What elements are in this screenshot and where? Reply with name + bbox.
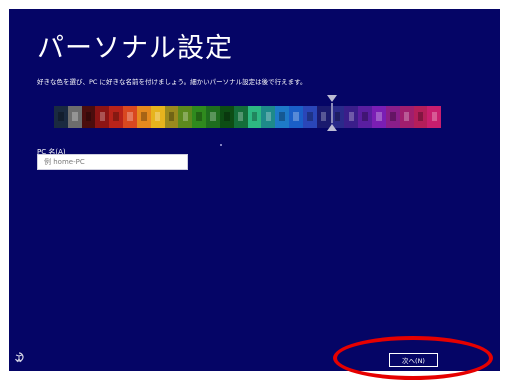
swatch-accent xyxy=(390,111,396,122)
swatch-accent xyxy=(293,111,299,122)
swatch-accent xyxy=(417,111,424,122)
slider-arrow-up-icon xyxy=(327,124,337,131)
swatch-accent xyxy=(154,111,161,122)
swatch-accent xyxy=(182,111,189,122)
color-swatch[interactable] xyxy=(54,106,68,128)
color-swatch[interactable] xyxy=(358,106,373,128)
color-swatch[interactable] xyxy=(219,106,234,128)
swatch-accent xyxy=(237,111,244,122)
page-title: パーソナル設定 xyxy=(37,33,233,64)
color-swatch[interactable] xyxy=(67,106,82,128)
next-button[interactable]: 次へ(N) xyxy=(389,353,438,367)
swatch-accent xyxy=(348,111,355,122)
swatch-accent xyxy=(320,111,327,122)
swatch-accent xyxy=(127,111,133,122)
color-swatch[interactable] xyxy=(289,106,303,128)
swatch-accent xyxy=(168,111,175,122)
color-swatch[interactable] xyxy=(150,106,165,128)
swatch-accent xyxy=(71,111,78,122)
swatch-accent xyxy=(58,111,64,122)
setup-screen: パーソナル設定 好きな色を選び、PC に好きな名前を付けましょう。細かいパーソナ… xyxy=(9,9,500,371)
swatch-accent xyxy=(251,111,258,122)
color-swatch[interactable] xyxy=(81,106,96,128)
swatch-accent xyxy=(403,111,410,122)
color-swatch[interactable] xyxy=(399,106,414,128)
color-swatch[interactable] xyxy=(302,106,317,128)
color-swatch[interactable] xyxy=(206,106,220,128)
color-swatch[interactable] xyxy=(427,106,442,128)
color-swatch[interactable] xyxy=(275,106,290,128)
swatch-accent xyxy=(141,111,147,122)
color-swatch[interactable] xyxy=(233,106,248,128)
color-palette[interactable] xyxy=(54,106,442,128)
color-swatch[interactable] xyxy=(109,106,124,128)
color-swatch[interactable] xyxy=(164,106,179,128)
swatch-accent xyxy=(99,111,106,122)
swatch-accent xyxy=(196,111,202,122)
swatch-accent xyxy=(113,111,119,122)
swatch-accent xyxy=(85,111,92,122)
color-swatch[interactable] xyxy=(178,106,193,128)
color-swatch[interactable] xyxy=(192,106,207,128)
color-swatch[interactable] xyxy=(261,106,276,128)
color-swatch[interactable] xyxy=(344,106,359,128)
swatch-accent xyxy=(279,111,285,122)
slider-line xyxy=(331,103,333,123)
color-swatch[interactable] xyxy=(136,106,151,128)
swatch-accent xyxy=(224,111,230,122)
swatch-accent xyxy=(210,111,216,122)
swatch-accent xyxy=(376,111,382,122)
color-swatch[interactable] xyxy=(123,106,137,128)
color-swatch[interactable] xyxy=(372,106,386,128)
swatch-accent xyxy=(265,111,272,122)
ease-of-access-icon[interactable] xyxy=(13,351,25,363)
color-swatch[interactable] xyxy=(247,106,262,128)
color-slider-icon[interactable] xyxy=(327,95,337,131)
color-swatch[interactable] xyxy=(95,106,110,128)
color-swatch[interactable] xyxy=(385,106,400,128)
decorative-dot xyxy=(220,144,222,146)
swatch-accent xyxy=(362,111,368,122)
page-subtitle: 好きな色を選び、PC に好きな名前を付けましょう。細かいパーソナル設定は後で行え… xyxy=(37,78,307,86)
color-swatch[interactable] xyxy=(413,106,428,128)
swatch-accent xyxy=(431,111,438,122)
slider-arrow-down-icon xyxy=(327,95,337,102)
swatch-accent xyxy=(307,111,313,122)
pc-name-input[interactable] xyxy=(37,154,188,170)
